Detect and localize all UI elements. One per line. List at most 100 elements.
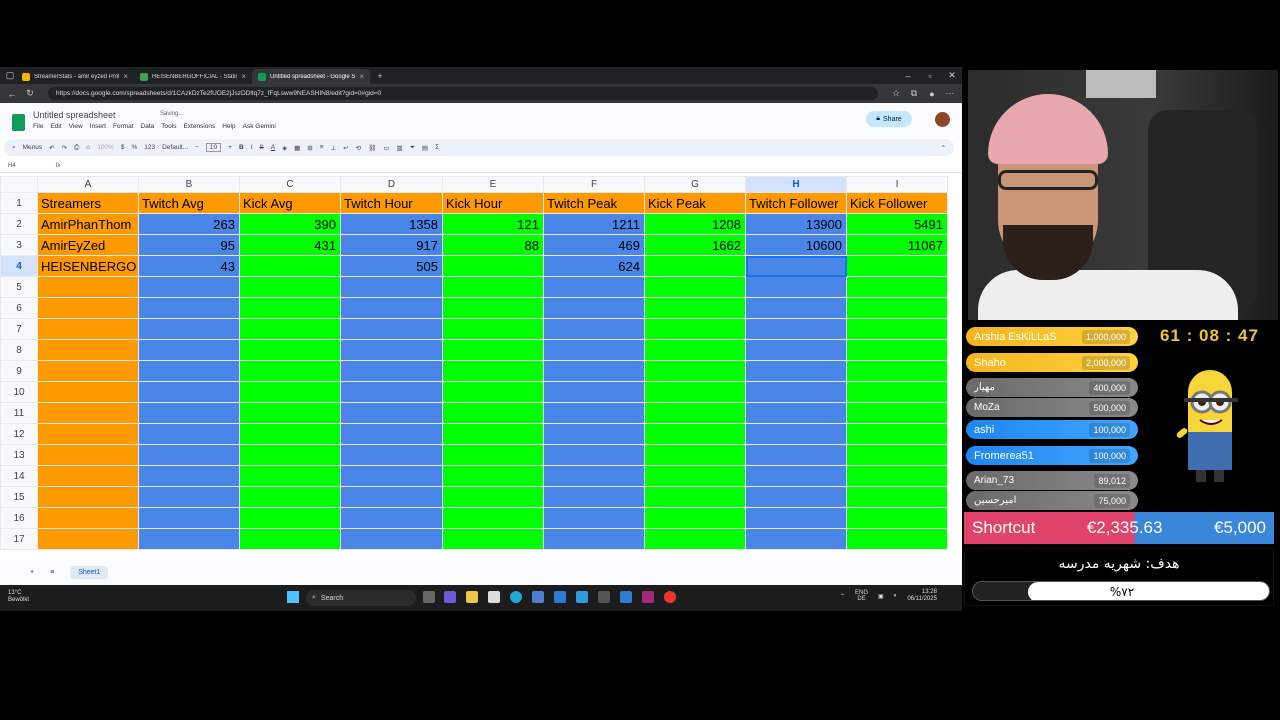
text-color-icon[interactable]: A — [271, 144, 275, 151]
cell[interactable] — [37, 528, 139, 550]
fill-color-icon[interactable]: ◈ — [282, 144, 287, 152]
cell[interactable] — [543, 486, 645, 508]
cell[interactable] — [37, 339, 139, 361]
cell[interactable] — [745, 402, 847, 424]
cell[interactable] — [644, 465, 746, 487]
cell[interactable] — [846, 507, 948, 529]
search-icon[interactable]: ⌕ — [12, 144, 16, 152]
cell[interactable] — [442, 381, 544, 403]
row-number[interactable]: 12 — [0, 423, 38, 445]
cell[interactable] — [543, 507, 645, 529]
cell[interactable]: 469 — [543, 234, 645, 256]
menu-ask-gemini[interactable]: Ask Gemini — [243, 123, 276, 130]
cell[interactable] — [644, 423, 746, 445]
cell[interactable]: 121 — [442, 213, 544, 235]
cell[interactable] — [37, 297, 139, 319]
cell[interactable] — [239, 465, 341, 487]
cell[interactable] — [239, 297, 341, 319]
cell[interactable] — [239, 381, 341, 403]
cell[interactable] — [745, 507, 847, 529]
rotate-icon[interactable]: ⟲ — [356, 144, 361, 152]
menu-view[interactable]: View — [69, 123, 83, 130]
new-tab-icon[interactable]: + — [374, 71, 386, 81]
cell[interactable] — [846, 465, 948, 487]
cell[interactable]: 1662 — [644, 234, 746, 256]
cell[interactable] — [745, 276, 847, 298]
cell[interactable]: 11067 — [846, 234, 948, 256]
header-cell[interactable]: Twitch Hour — [340, 192, 443, 214]
language-indicator[interactable]: ENG DE — [855, 590, 868, 602]
terminal-icon[interactable] — [598, 591, 610, 603]
cell[interactable]: 95 — [138, 234, 240, 256]
row-number[interactable]: 8 — [0, 339, 38, 361]
windows-start-icon[interactable] — [287, 591, 299, 603]
share-button[interactable]: 🔒︎ Share — [866, 111, 912, 127]
redo-icon[interactable]: ↷ — [62, 144, 67, 152]
cell[interactable] — [340, 465, 443, 487]
row-number[interactable]: 16 — [0, 507, 38, 529]
cell[interactable] — [138, 444, 240, 466]
cell[interactable] — [239, 318, 341, 340]
cell[interactable] — [138, 507, 240, 529]
task-view-icon[interactable] — [423, 591, 435, 603]
cell[interactable] — [543, 276, 645, 298]
cell[interactable] — [644, 444, 746, 466]
header-cell[interactable]: Twitch Peak — [543, 192, 645, 214]
cell[interactable] — [138, 423, 240, 445]
cell[interactable] — [846, 402, 948, 424]
menu-edit[interactable]: Edit — [50, 123, 61, 130]
cell[interactable] — [442, 402, 544, 424]
close-tab-icon[interactable]: × — [123, 72, 128, 81]
cell[interactable] — [138, 528, 240, 550]
clock[interactable]: 13:28 06/11/2025 — [907, 589, 937, 603]
cell[interactable] — [846, 486, 948, 508]
cell[interactable] — [138, 360, 240, 382]
taskbar-search[interactable]: ⌕ Search — [306, 590, 416, 606]
cell[interactable]: 1211 — [543, 213, 645, 235]
functions-icon[interactable]: Σ — [435, 144, 439, 151]
cell[interactable] — [442, 255, 544, 277]
row-number[interactable]: 9 — [0, 360, 38, 382]
cell[interactable] — [543, 339, 645, 361]
cell[interactable] — [239, 507, 341, 529]
cell[interactable] — [442, 360, 544, 382]
cell[interactable] — [37, 486, 139, 508]
cell[interactable] — [644, 528, 746, 550]
cell[interactable] — [745, 444, 847, 466]
cell[interactable] — [239, 423, 341, 445]
font-select[interactable]: Default... — [162, 144, 188, 151]
cell[interactable] — [442, 276, 544, 298]
minimize-icon[interactable]: – — [902, 71, 914, 81]
menu-data[interactable]: Data — [141, 123, 155, 130]
column-header[interactable]: A — [37, 176, 139, 193]
filter-icon[interactable]: ⏷ — [410, 144, 415, 152]
column-header-selected[interactable]: H — [745, 176, 847, 193]
extensions-icon[interactable]: ⧉ — [908, 88, 920, 99]
cell[interactable] — [846, 381, 948, 403]
merge-icon[interactable]: ⊞ — [307, 144, 312, 152]
cell[interactable] — [340, 444, 443, 466]
add-sheet-icon[interactable]: + — [30, 569, 34, 576]
row-number[interactable]: 7 — [0, 318, 38, 340]
cell[interactable] — [745, 339, 847, 361]
cell[interactable] — [442, 423, 544, 445]
cell[interactable] — [37, 402, 139, 424]
cell[interactable]: 390 — [239, 213, 341, 235]
column-header[interactable]: G — [644, 176, 746, 193]
valign-icon[interactable]: ⊥ — [331, 144, 337, 152]
cell[interactable] — [846, 423, 948, 445]
font-size-increase-icon[interactable]: + — [228, 144, 232, 151]
cell[interactable] — [644, 360, 746, 382]
cell[interactable] — [340, 339, 443, 361]
cell[interactable] — [745, 360, 847, 382]
link-icon[interactable]: ⛓ — [368, 144, 376, 152]
cell[interactable] — [340, 381, 443, 403]
row-number[interactable]: 4 — [0, 255, 38, 277]
cell[interactable] — [442, 318, 544, 340]
cell[interactable] — [644, 276, 746, 298]
cell[interactable] — [340, 486, 443, 508]
cell[interactable]: HEISENBERGO — [37, 255, 139, 277]
cell[interactable] — [644, 297, 746, 319]
strikethrough-icon[interactable]: S — [259, 144, 263, 151]
cell[interactable] — [543, 423, 645, 445]
